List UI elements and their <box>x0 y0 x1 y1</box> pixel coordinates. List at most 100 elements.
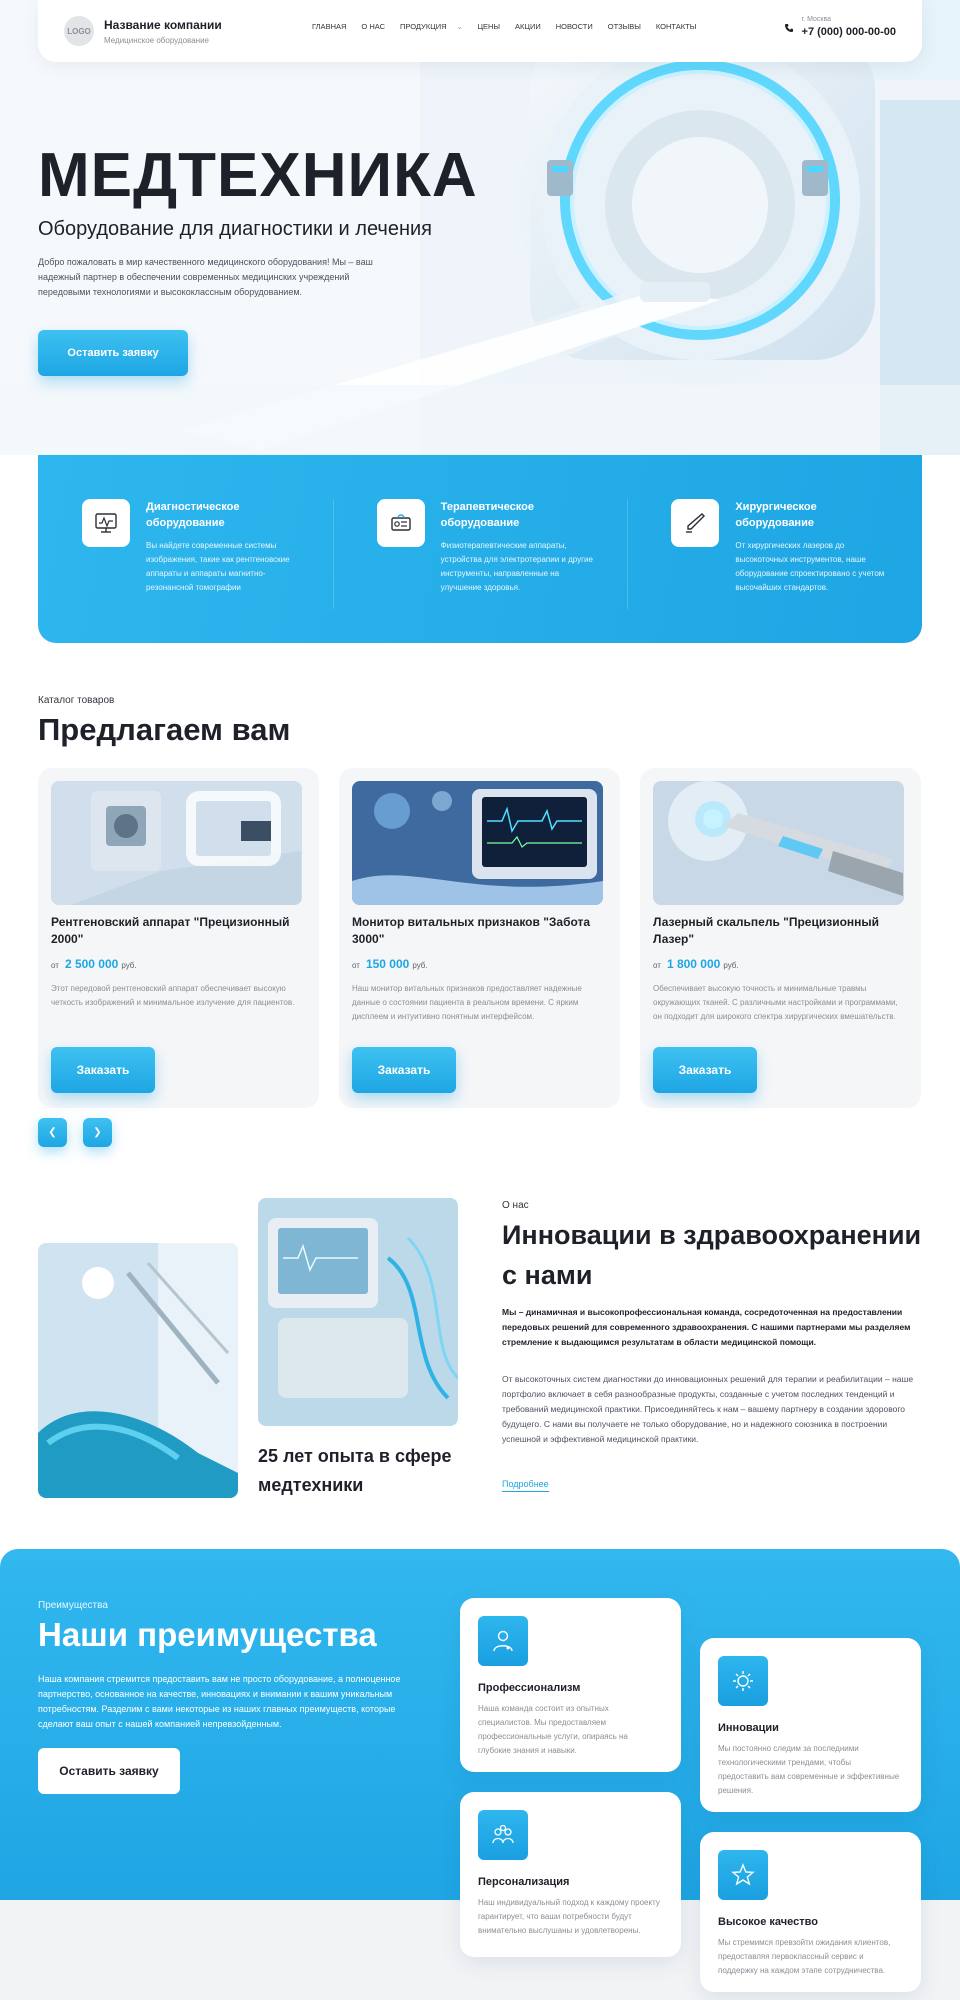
advantage-title: Профессионализм <box>478 1682 581 1694</box>
catalog-eyebrow: Каталог товаров <box>38 695 115 706</box>
advantage-title: Высокое качество <box>718 1916 818 1928</box>
phone-number[interactable]: +7 (000) 000-00-00 <box>802 26 896 38</box>
price-value: 1 800 000 <box>666 957 721 971</box>
header-contact: г. Москва +7 (000) 000-00-00 <box>784 16 896 38</box>
advantage-text: Наш индивидуальный подход к каждому прое… <box>478 1898 660 1935</box>
advantage-title: Инновации <box>718 1722 779 1734</box>
brand: Название компании Медицинское оборудован… <box>104 18 222 45</box>
star-icon <box>718 1850 768 1900</box>
price-value: 2 500 000 <box>64 957 119 971</box>
category-text: Вы найдете современные системы изображен… <box>146 541 290 592</box>
about-eyebrow: О нас <box>502 1200 529 1211</box>
category-item[interactable]: Терапевтическое оборудование Физиотерапе… <box>332 499 628 643</box>
nav-item-home[interactable]: Главная <box>312 22 346 31</box>
product-price: от 2 500 000 руб. <box>51 957 306 971</box>
order-button[interactable]: Заказать <box>352 1047 456 1093</box>
logo[interactable]: LOGO <box>64 16 94 46</box>
company-subtitle: Медицинское оборудование <box>104 35 209 45</box>
nav-item-contacts[interactable]: Контакты <box>656 22 696 31</box>
advantage-card: Инновации Мы постоянно следим за последн… <box>700 1638 921 1812</box>
product-description: Этот передовой рентгеновский аппарат обе… <box>51 984 295 1007</box>
product-card: Лазерный скальпель "Прецизионный Лазер" … <box>640 768 921 1108</box>
hero-description: Добро пожаловать в мир качественного мед… <box>38 257 373 297</box>
product-card: Рентгеновский аппарат "Прецизионный 2000… <box>38 768 319 1108</box>
catalog-title: Предлагаем вам <box>38 712 291 747</box>
category-title: Диагностическое оборудование <box>146 501 240 529</box>
advantages-text: Наша компания стремится предоставить вам… <box>38 1674 401 1729</box>
product-name: Рентгеновский аппарат "Прецизионный 2000… <box>51 915 290 946</box>
nav-item-prices[interactable]: Цены <box>477 22 500 31</box>
order-button[interactable]: Заказать <box>653 1047 757 1093</box>
people-icon <box>478 1810 528 1860</box>
site-header: LOGO Название компании Медицинское обору… <box>38 0 922 62</box>
experience-caption: 25 лет опыта в сфере медтехники <box>258 1446 452 1495</box>
price-currency: руб. <box>412 961 428 970</box>
slider-next-button[interactable]: ❯ <box>83 1118 112 1147</box>
phone-icon <box>784 24 793 32</box>
advantage-card: Персонализация Наш индивидуальный подход… <box>460 1792 681 1957</box>
product-name: Лазерный скальпель "Прецизионный Лазер" <box>653 915 880 946</box>
monitor-icon <box>82 499 130 547</box>
slider-prev-button[interactable]: ❮ <box>38 1118 67 1147</box>
nav-item-products-label: Продукция <box>400 22 447 31</box>
category-title: Терапевтическое оборудование <box>440 501 534 529</box>
about-image-dental <box>38 1243 238 1498</box>
category-item[interactable]: Диагностическое оборудование Вы найдете … <box>38 499 333 643</box>
advantage-title: Персонализация <box>478 1876 570 1888</box>
company-name: Название компании <box>104 17 222 32</box>
nav-item-reviews[interactable]: Отзывы <box>608 22 641 31</box>
price-from: от <box>352 961 360 970</box>
hero-subtitle: Оборудование для диагностики и лечения <box>38 218 432 240</box>
hero-title: МЕДТЕХНИКА <box>38 141 478 210</box>
price-currency: руб. <box>723 961 739 970</box>
main-nav: Главная О нас Продукция ⌄ Цены Акции Ново… <box>312 22 711 31</box>
advantage-text: Мы стремимся превзойти ожидания клиентов… <box>718 1938 891 1975</box>
product-price: от 1 800 000 руб. <box>653 957 908 971</box>
order-button[interactable]: Заказать <box>51 1047 155 1093</box>
product-card: Монитор витальных признаков "Забота 3000… <box>339 768 620 1108</box>
price-value: 150 000 <box>365 957 410 971</box>
categories-section: Диагностическое оборудование Вы найдете … <box>38 455 922 643</box>
price-currency: руб. <box>121 961 137 970</box>
category-text: Физиотерапевтические аппараты, устройств… <box>440 541 593 592</box>
nav-item-promotions[interactable]: Акции <box>515 22 541 31</box>
advantages-request-button[interactable]: Оставить заявку <box>38 1748 180 1794</box>
category-title: Хирургическое оборудование <box>735 501 817 529</box>
product-image-monitor <box>352 781 603 905</box>
advantages-eyebrow: Преимущества <box>38 1600 108 1611</box>
about-more-link[interactable]: Подробнее <box>502 1479 549 1492</box>
chevron-left-icon: ❮ <box>48 1127 57 1138</box>
doctor-icon <box>478 1616 528 1666</box>
chevron-down-icon: ⌄ <box>456 23 463 31</box>
product-description: Наш монитор витальных признаков предоста… <box>352 984 582 1021</box>
about-text: От высокоточных систем диагностики до ин… <box>502 1374 914 1444</box>
hero-section: МЕДТЕХНИКА Оборудование для диагностики … <box>0 0 960 455</box>
chevron-right-icon: ❯ <box>93 1127 102 1138</box>
product-cards: Рентгеновский аппарат "Прецизионный 2000… <box>38 768 922 1108</box>
nav-item-products[interactable]: Продукция ⌄ <box>400 22 462 31</box>
therapy-device-icon <box>376 499 425 547</box>
innovation-icon <box>718 1656 768 1706</box>
about-title: Инновации в здравоохранении с нами <box>502 1220 922 1290</box>
nav-item-news[interactable]: Новости <box>556 22 593 31</box>
advantage-text: Мы постоянно следим за последними технол… <box>718 1744 900 1795</box>
product-image-laser <box>653 781 904 905</box>
advantages-title: Наши преимущества <box>38 1616 377 1653</box>
product-name: Монитор витальных признаков "Забота 3000… <box>352 915 591 946</box>
hero-request-button[interactable]: Оставить заявку <box>38 330 188 376</box>
advantage-card: Высокое качество Мы стремимся превзойти … <box>700 1832 921 1992</box>
about-lead: Мы – динамичная и высокопрофессиональная… <box>502 1307 911 1347</box>
nav-item-about[interactable]: О нас <box>361 22 385 31</box>
category-item[interactable]: Хирургическое оборудование От хирургичес… <box>627 499 922 643</box>
category-text: От хирургических лазеров до высокоточных… <box>735 541 885 592</box>
product-description: Обеспечивает высокую точность и минималь… <box>653 984 898 1021</box>
advantage-card: Профессионализм Наша команда состоит из … <box>460 1598 681 1772</box>
product-image-xray <box>51 781 302 905</box>
price-from: от <box>653 961 661 970</box>
advantage-text: Наша команда состоит из опытных специали… <box>478 1704 628 1755</box>
price-from: от <box>51 961 59 970</box>
city-label: г. Москва <box>801 16 832 23</box>
product-price: от 150 000 руб. <box>352 957 607 971</box>
about-image-monitor <box>258 1198 458 1426</box>
scalpel-icon <box>671 499 720 547</box>
